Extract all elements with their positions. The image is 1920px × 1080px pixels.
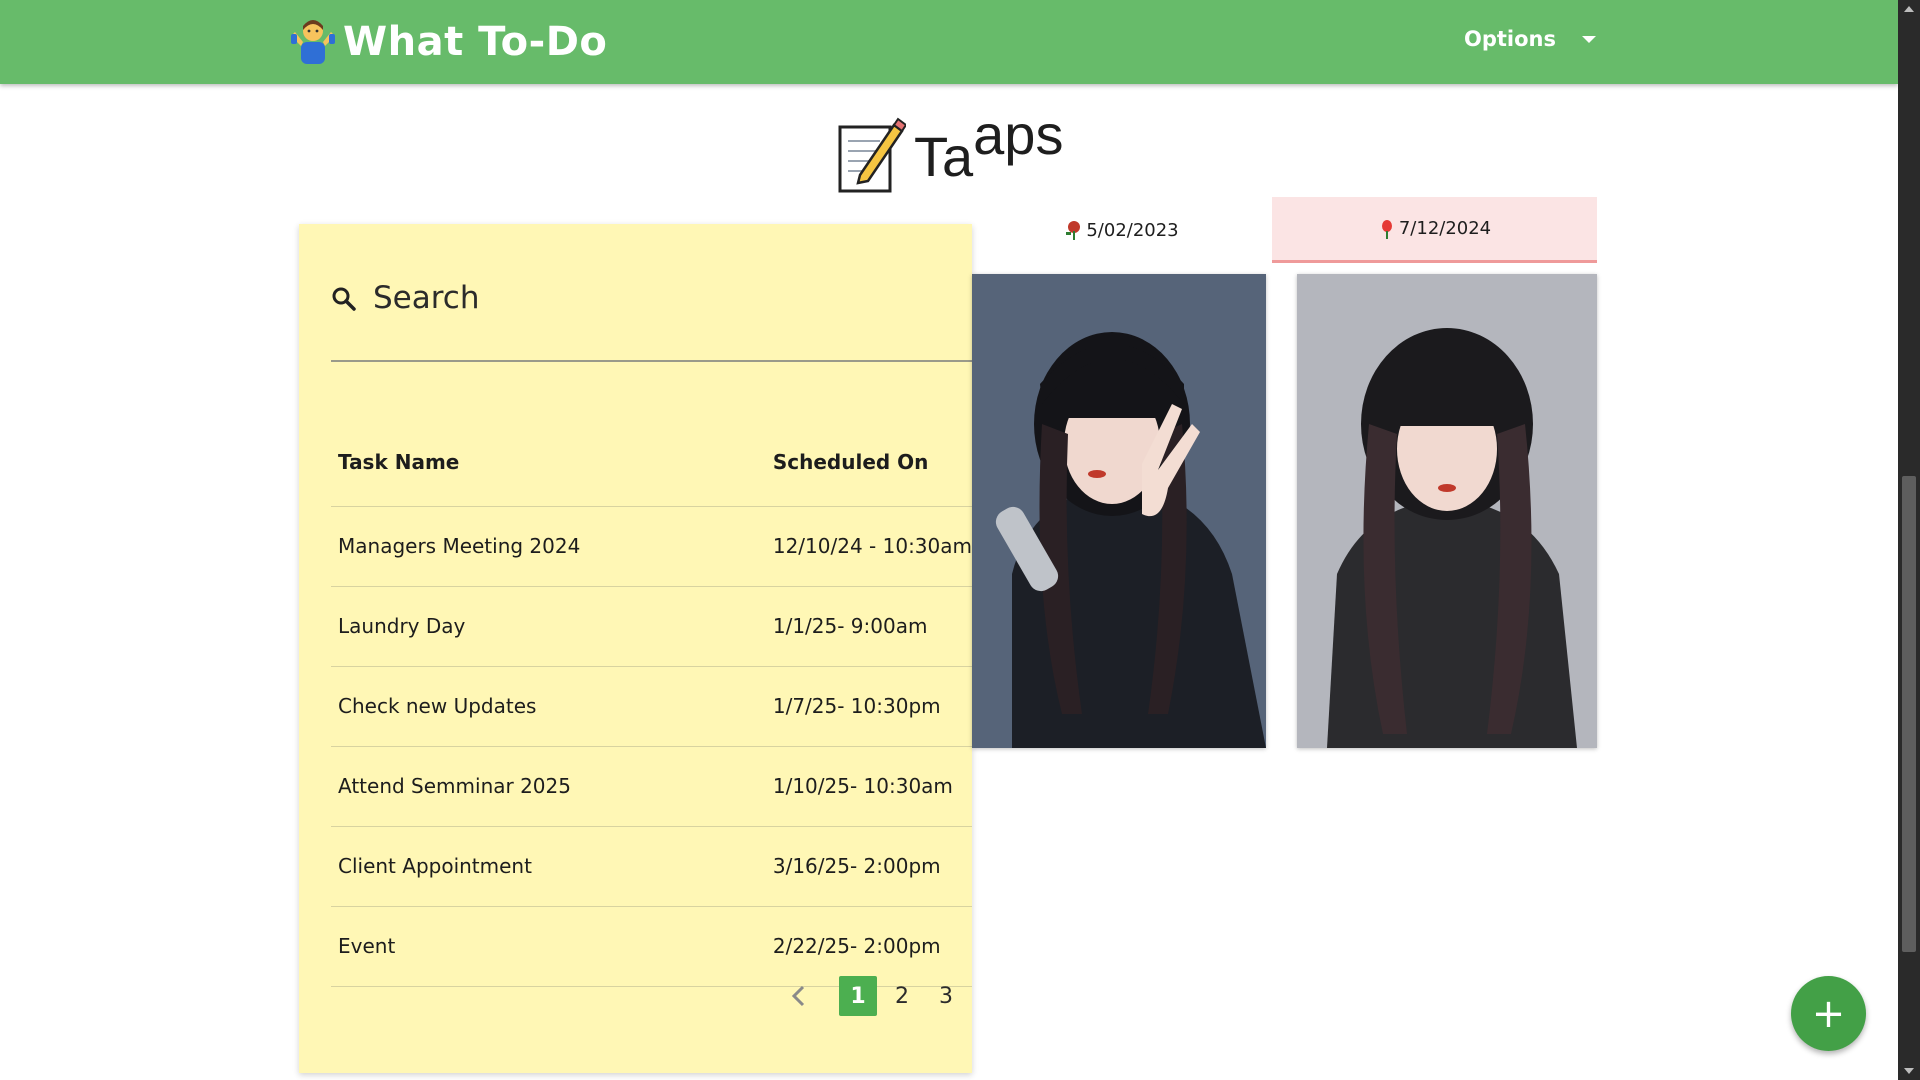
options-dropdown[interactable]: Options <box>1464 22 1596 56</box>
add-task-button[interactable]: + <box>1791 976 1866 1051</box>
scheduled-cell: 2/22/25- 2:00pm <box>772 906 972 987</box>
scrollbar[interactable] <box>1898 0 1920 1080</box>
scheduled-cell: 1/10/25- 10:30am <box>772 746 972 827</box>
task-name-cell: Client Appointment <box>331 826 773 907</box>
table-row[interactable]: Client Appointment 3/16/25- 2:00pm <box>331 826 972 907</box>
memo-icon <box>838 117 906 193</box>
task-name-cell: Event <box>331 906 773 987</box>
app-header: What To-Do Options <box>0 0 1898 84</box>
photo-1[interactable] <box>972 274 1266 748</box>
task-name-cell: Managers Meeting 2024 <box>331 506 773 587</box>
scheduled-cell: 3/16/25- 2:00pm <box>772 826 972 907</box>
page-title-sup: aps <box>973 102 1064 166</box>
table-row[interactable]: Event 2/22/25- 2:00pm <box>331 906 972 987</box>
scrollbar-thumb[interactable] <box>1902 476 1916 952</box>
task-name-cell: Check new Updates <box>331 666 773 747</box>
caret-down-icon <box>1582 35 1596 43</box>
chevron-left-icon <box>791 985 805 1007</box>
pagination: 1 2 3 <box>783 976 971 1016</box>
photo-portrait-1 <box>972 274 1266 748</box>
task-name-cell: Laundry Day <box>331 586 773 667</box>
date-tab-label: 7/12/2024 <box>1398 218 1492 239</box>
task-card: Task Name Scheduled On Managers Meeting … <box>299 224 972 1073</box>
app-title: What To-Do <box>343 19 608 65</box>
search-icon <box>332 287 356 311</box>
brand[interactable]: What To-Do <box>287 14 607 70</box>
task-table: Task Name Scheduled On Managers Meeting … <box>331 410 972 987</box>
photo-2[interactable] <box>1297 274 1597 748</box>
photo-portrait-2 <box>1297 274 1597 748</box>
page-button-1[interactable]: 1 <box>839 976 877 1016</box>
options-label: Options <box>1464 27 1556 51</box>
search-bar[interactable] <box>331 256 972 362</box>
scheduled-cell: 1/7/25- 10:30pm <box>772 666 972 747</box>
date-tab-label: 5/02/2023 <box>1086 219 1179 241</box>
scroll-down-arrow-icon[interactable] <box>1904 1068 1914 1074</box>
scheduled-cell: 12/10/24 - 10:30am <box>772 506 972 587</box>
column-header-scheduled-on[interactable]: Scheduled On <box>772 410 972 507</box>
date-tab-2[interactable]: 7/12/2024 <box>1272 197 1597 263</box>
page-title-main: Ta <box>914 124 974 188</box>
scroll-up-arrow-icon[interactable] <box>1904 6 1914 12</box>
table-header-row: Task Name Scheduled On <box>331 410 972 507</box>
person-shrugging-icon <box>291 20 335 64</box>
page-heading: Taaps <box>836 103 1063 198</box>
table-row[interactable]: Check new Updates 1/7/25- 10:30pm <box>331 666 972 747</box>
previous-page-button[interactable] <box>783 976 813 1016</box>
date-tab-1[interactable]: 5/02/2023 <box>972 197 1272 263</box>
column-header-task-name[interactable]: Task Name <box>331 410 773 507</box>
page-button-2[interactable]: 2 <box>883 976 921 1016</box>
page-button-3[interactable]: 3 <box>927 976 965 1016</box>
flower-icon <box>1066 221 1081 240</box>
table-row[interactable]: Attend Semminar 2025 1/10/25- 10:30am <box>331 746 972 827</box>
scheduled-cell: 1/1/25- 9:00am <box>772 586 972 667</box>
page-title: Taaps <box>914 103 1063 189</box>
search-input[interactable] <box>373 280 933 316</box>
task-name-cell: Attend Semminar 2025 <box>331 746 773 827</box>
rose-icon <box>1381 219 1392 239</box>
table-row[interactable]: Managers Meeting 2024 12/10/24 - 10:30am <box>331 506 972 587</box>
table-row[interactable]: Laundry Day 1/1/25- 9:00am <box>331 586 972 667</box>
